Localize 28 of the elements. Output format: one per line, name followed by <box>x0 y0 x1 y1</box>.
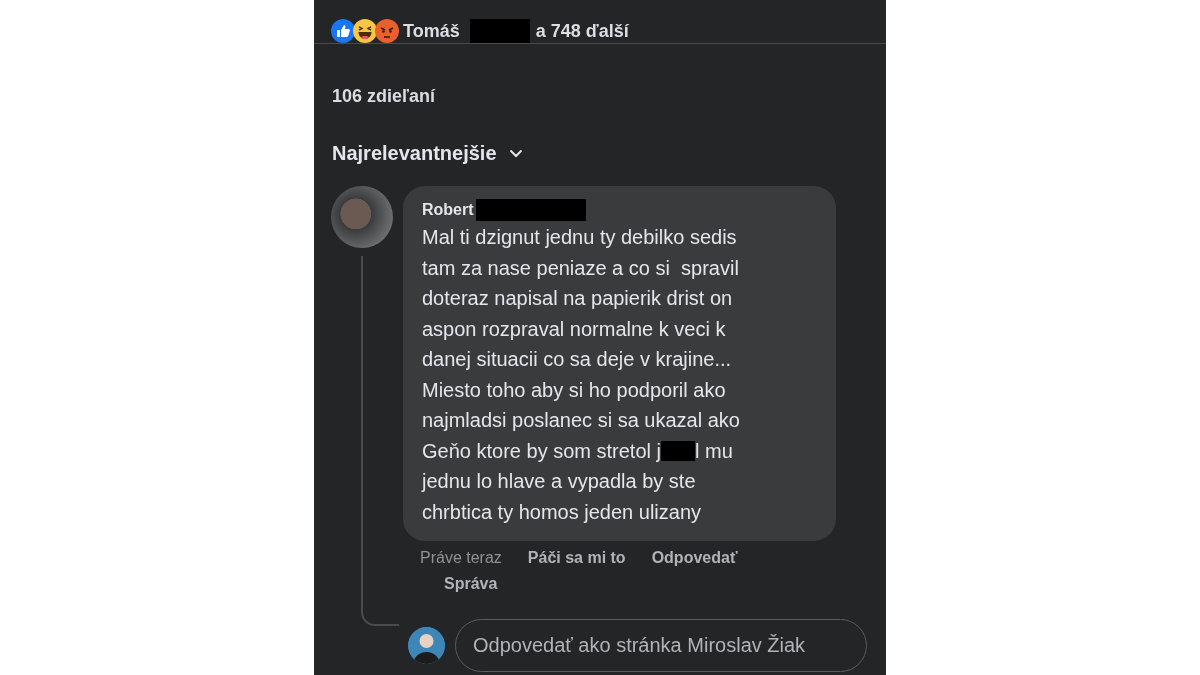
share-count[interactable]: 106 zdieľaní <box>332 86 435 107</box>
comment-timestamp: Práve teraz <box>420 549 502 567</box>
comment-text: aspon rozpraval normalne k veci k <box>422 316 726 342</box>
comment-text: danej situacii co sa deje v krajine... <box>422 347 732 372</box>
reply-input-field[interactable]: Odpovedať ako stránka Miroslav Žiak <box>455 619 867 672</box>
redaction-bar <box>469 19 530 43</box>
angry-emoji-icon <box>375 19 399 43</box>
laughing-emoji-icon <box>353 19 377 43</box>
reaction-name[interactable]: Tomáš <box>403 20 460 42</box>
comment-text: jednu lo hlave a vypadla by ste <box>422 469 696 494</box>
comment-text: chrbtica ty homos jeden ulizany <box>422 499 702 525</box>
comment-text: doteraz napisal na papierik drist on <box>422 286 733 311</box>
comment-text: Mal ti dzignut jednu ty debilko sedis <box>422 225 737 250</box>
like-reaction-icon <box>331 19 355 43</box>
comment-author[interactable]: Robert <box>422 201 474 219</box>
comment-text: Geňo ktore by som stretol j <box>422 438 661 464</box>
sort-dropdown[interactable]: Najrelevantnejšie <box>332 142 523 165</box>
comment-action-link[interactable]: Správa <box>444 575 498 593</box>
comment-text: najmladsi poslanec si sa ukazal ako <box>422 408 740 433</box>
avatar-silhouette-icon[interactable] <box>408 627 445 664</box>
comment-text: tam za nase peniaze a co si spravil <box>422 255 739 281</box>
comment-text: Miesto toho aby si ho podporil ako <box>422 377 726 403</box>
chevron-down-icon <box>508 149 523 158</box>
reaction-count[interactable]: a 748 ďalší <box>535 20 629 42</box>
comment-action-link[interactable]: Páči sa mi to <box>527 549 626 567</box>
comment-action-link[interactable]: Odpovedať <box>651 549 738 567</box>
comment-text: l mu <box>695 438 733 464</box>
redaction-bar <box>661 440 695 461</box>
